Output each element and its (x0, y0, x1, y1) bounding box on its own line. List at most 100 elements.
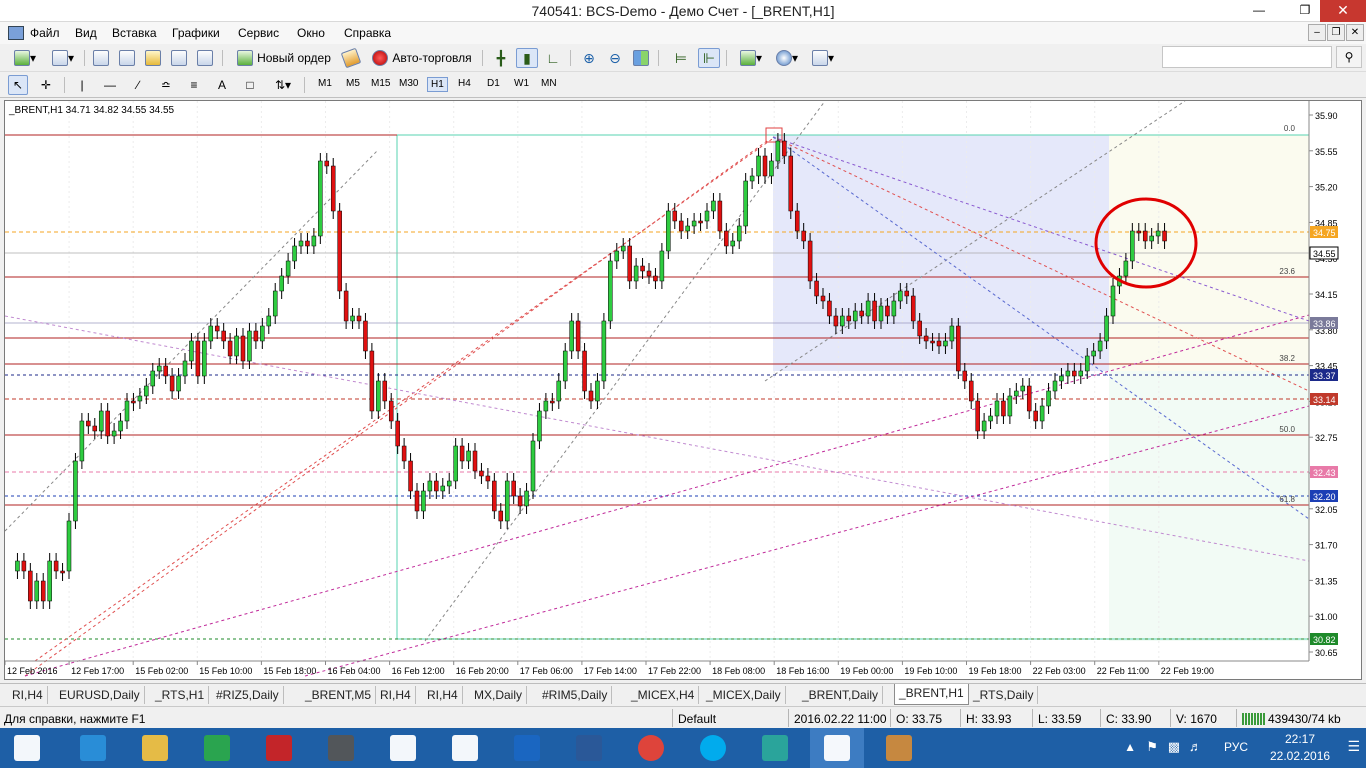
connection-status-icon[interactable] (1242, 713, 1266, 725)
chart-tab[interactable]: _BRENT,H1 (894, 684, 969, 705)
internet-explorer-icon[interactable] (66, 728, 120, 768)
metatrader-icon[interactable] (810, 728, 864, 768)
chart-tab[interactable]: RI,H4 (423, 686, 463, 704)
app-document-icon[interactable] (8, 26, 24, 40)
trendline-button[interactable]: ∕ (128, 75, 148, 95)
chart-tab[interactable]: _BRENT,Daily (798, 686, 884, 704)
chart-tab[interactable]: #RIM5,Daily (538, 686, 613, 704)
chart-tab[interactable]: MX,Daily (470, 686, 528, 704)
candle-body (704, 210, 710, 222)
q-app-icon[interactable] (748, 728, 802, 768)
menu-insert[interactable]: Вставка (112, 26, 157, 40)
metaeditor-button[interactable] (340, 47, 362, 69)
chart-tab[interactable]: _MICEX,Daily (702, 686, 786, 704)
new-order-button[interactable]: Новый ордер (232, 48, 336, 68)
windows-start-icon[interactable] (0, 728, 54, 768)
candle-body (885, 305, 890, 317)
zoom-in-button[interactable]: ⊕ (578, 48, 600, 68)
bar-chart-button[interactable]: ╋ (490, 48, 512, 68)
cursor-button[interactable]: ↖ (8, 75, 28, 95)
chart-tab[interactable]: _MICEX,H4 (627, 686, 700, 704)
menu-view[interactable]: Вид (75, 26, 97, 40)
clock-date[interactable]: 22.02.2016 (1270, 749, 1330, 763)
chart-tab[interactable]: RI,H4 (376, 686, 416, 704)
search-icon[interactable]: ⚲ (1336, 46, 1362, 68)
menu-tools[interactable]: Сервис (238, 26, 279, 40)
text-label-button[interactable]: □ (240, 75, 260, 95)
mdi-restore-icon[interactable]: ❐ (1327, 24, 1345, 41)
timeframe-m5[interactable]: M5 (343, 77, 363, 90)
shield-app-icon[interactable] (314, 728, 368, 768)
menu-window[interactable]: Окно (297, 26, 325, 40)
auto-trading-button[interactable]: Авто-торговля (366, 48, 478, 68)
chart-canvas[interactable]: _BRENT,H1 34.71 34.82 34.55 34.55 0.0 23.… (5, 101, 1361, 679)
chart-tab[interactable]: _RTS,Daily (969, 686, 1039, 704)
skype-icon[interactable] (686, 728, 740, 768)
auto-scroll-button[interactable]: ⊨ (670, 48, 692, 68)
vertical-line-button[interactable]: | (72, 75, 92, 95)
home-app-icon[interactable] (438, 728, 492, 768)
channel-button[interactable]: ≏ (156, 75, 176, 95)
chart-shift-button[interactable]: ⊩ (698, 48, 720, 68)
timeframe-h1[interactable]: H1 (427, 77, 448, 92)
menu-help[interactable]: Справка (344, 26, 391, 40)
price-chart[interactable]: _BRENT,H1 34.71 34.82 34.55 34.55 0.0 23.… (4, 100, 1362, 680)
status-profile[interactable]: Default (678, 712, 716, 726)
tray-flag-icon[interactable]: ⚑ (1146, 739, 1158, 755)
zoom-out-button[interactable]: ⊖ (604, 48, 626, 68)
timeframe-m30[interactable]: M30 (396, 77, 421, 90)
timeframe-h4[interactable]: H4 (455, 77, 474, 90)
restore-icon[interactable]: ❐ (1290, 0, 1320, 22)
templates-button[interactable]: ▾ (806, 48, 840, 68)
timeframe-d1[interactable]: D1 (484, 77, 503, 90)
horizontal-line-button[interactable]: — (100, 75, 120, 95)
chrome-icon[interactable] (624, 728, 678, 768)
chart-tab[interactable]: #RIZ5,Daily (212, 686, 284, 704)
candlestick-button[interactable]: ▮ (516, 48, 538, 68)
timeframe-m15[interactable]: M15 (368, 77, 393, 90)
volume-icon[interactable]: ♬ (1189, 739, 1202, 754)
file-explorer-icon[interactable] (128, 728, 182, 768)
profiles-button[interactable]: ▾ (46, 48, 80, 68)
chart-tab[interactable]: _RTS,H1 (151, 686, 210, 704)
timeframe-mn[interactable]: MN (538, 77, 560, 90)
close-icon[interactable]: ✕ (1320, 0, 1366, 22)
search-input[interactable] (1162, 46, 1332, 68)
terminal-button[interactable] (168, 48, 190, 68)
timeframe-w1[interactable]: W1 (511, 77, 532, 90)
store-icon[interactable] (190, 728, 244, 768)
document-icon[interactable] (376, 728, 430, 768)
status-close: C: 33.90 (1106, 712, 1152, 726)
tile-windows-button[interactable] (630, 48, 652, 68)
crosshair-button[interactable]: ✛ (36, 75, 56, 95)
fibonacci-button[interactable]: ≡ (184, 75, 204, 95)
word-icon[interactable] (562, 728, 616, 768)
clock-time[interactable]: 22:17 (1270, 732, 1330, 746)
chart-tab[interactable]: RI,H4 (8, 686, 48, 704)
chart-tab[interactable]: EURUSD,Daily (55, 686, 145, 704)
mdi-close-icon[interactable]: ✕ (1346, 24, 1364, 41)
market-watch-button[interactable] (90, 48, 112, 68)
language-indicator[interactable]: РУС (1224, 740, 1248, 754)
text-button[interactable]: A (212, 75, 232, 95)
menu-charts[interactable]: Графики (172, 26, 220, 40)
lenovo-icon[interactable] (252, 728, 306, 768)
maxthon-icon[interactable] (500, 728, 554, 768)
navigator-button[interactable] (142, 48, 164, 68)
minimize-icon[interactable]: — (1244, 0, 1274, 22)
paint-icon[interactable] (872, 728, 926, 768)
arrows-button[interactable]: ⇅▾ (268, 75, 298, 95)
line-chart-button[interactable]: ∟ (542, 48, 564, 68)
chart-tab[interactable]: _BRENT,M5 (301, 686, 377, 704)
notifications-icon[interactable]: ☰ (1347, 738, 1360, 755)
menu-file[interactable]: Файл (30, 26, 60, 40)
new-chart-button[interactable]: ▾ (8, 48, 42, 68)
data-window-button[interactable] (116, 48, 138, 68)
timeframe-m1[interactable]: M1 (315, 77, 335, 90)
tray-arrow-icon[interactable]: ▲ (1124, 740, 1136, 754)
tester-button[interactable] (194, 48, 216, 68)
indicators-button[interactable]: ▾ (734, 48, 768, 68)
periods-button[interactable]: ▾ (770, 48, 804, 68)
mdi-minimize-icon[interactable]: – (1308, 24, 1326, 41)
network-icon[interactable]: ▩ (1168, 739, 1180, 755)
